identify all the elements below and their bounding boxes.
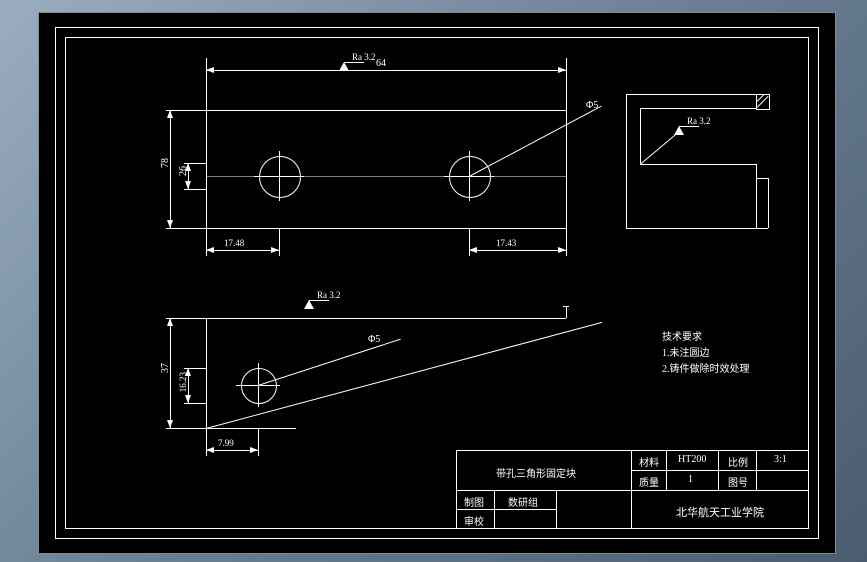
hole-right (449, 156, 491, 198)
surface-side-tri (674, 126, 684, 135)
tech-req-title: 技术要求 (662, 328, 702, 343)
surface-top-tri (339, 62, 349, 71)
fv-top (206, 318, 566, 319)
dim1743-ar (558, 247, 566, 253)
dim1748-ar (271, 247, 279, 253)
sv-left (626, 94, 627, 228)
sv-tab-r (768, 178, 769, 228)
dim37-ad (167, 420, 173, 428)
dim1623-ext-b (184, 403, 206, 404)
surface-mid-bar (309, 300, 329, 301)
dia-top-label: Φ5 (586, 100, 598, 111)
dim78-text: 78 (160, 158, 171, 168)
surface-top-bar (344, 62, 364, 63)
title-block: 带孔三角形固定块 制图 数研组 审校 材料 HT200 比例 3:1 质量 1 … (456, 450, 808, 528)
sheet-label: 图号 (728, 474, 748, 489)
sv-tab-b (756, 228, 768, 229)
dia-leader-top (469, 106, 602, 177)
top-view-top (206, 110, 566, 111)
drawn-by: 数研组 (508, 494, 538, 509)
drawn-label: 制图 (464, 494, 484, 509)
surface-mid-text: Ra 3.2 (317, 290, 341, 300)
dim1623-text: 16.23 (178, 372, 188, 392)
surface-mid-tri (304, 300, 314, 309)
tech-req-2: 2.铸件做除时效处理 (662, 360, 750, 375)
dim37-line (170, 318, 171, 428)
sv-bottom (626, 228, 756, 229)
dim37-ext-b (166, 428, 206, 429)
top-view-centerline (206, 176, 566, 177)
drawing-frame: Φ5 64 Ra 3.2 78 26 17.48 (65, 37, 809, 529)
dim37-text: 37 (160, 363, 171, 373)
fv-bottom (206, 428, 296, 429)
dim1623-ad (185, 395, 191, 403)
sv-top-inner (640, 108, 756, 109)
dim1743-al (469, 247, 477, 253)
dim799-ar (250, 447, 258, 453)
check-label: 审校 (464, 513, 484, 528)
dim64-ext-r (566, 58, 567, 110)
material: HT200 (678, 454, 706, 465)
dim1743-line (469, 250, 566, 251)
dim1743-text: 17.43 (496, 238, 516, 248)
top-view-right (566, 110, 567, 228)
sv-inner-left (640, 108, 641, 164)
dim37-au (167, 318, 173, 326)
dim78-ext-b (166, 228, 206, 229)
fv-right-stub (566, 306, 567, 318)
weight: 1 (688, 474, 693, 485)
top-view-bottom (206, 228, 566, 229)
dim78-ad (167, 220, 173, 228)
fv-right-cap (563, 306, 569, 307)
dim1748-line (206, 250, 279, 251)
dim64-line (206, 70, 566, 71)
dim26-ad (185, 181, 191, 189)
cad-viewport: Φ5 64 Ra 3.2 78 26 17.48 (38, 12, 836, 554)
fv-left (206, 318, 207, 428)
sv-hatch-box (756, 94, 770, 110)
dim64-ext-l (206, 58, 207, 110)
sv-right (756, 164, 757, 228)
dim26-text: 26 (178, 166, 189, 176)
surface-side-bar (679, 126, 699, 127)
part-name: 带孔三角形固定块 (496, 465, 576, 480)
institution: 北华航天工业学院 (676, 504, 764, 520)
material-label: 材料 (639, 454, 659, 469)
dim78-au (167, 110, 173, 118)
dim64-al (206, 67, 214, 73)
dim1748-ext-r (279, 228, 280, 256)
scale-label: 比例 (728, 454, 748, 469)
sv-surf-leader (640, 132, 679, 165)
tech-req-1: 1.未注圆边 (662, 344, 710, 359)
surface-side-text: Ra 3.2 (687, 116, 711, 126)
dim799-al (206, 447, 214, 453)
sv-mid-inner (640, 164, 756, 165)
dim1748-al (206, 247, 214, 253)
surface-top-text: Ra 3.2 (352, 52, 376, 62)
sv-top (626, 94, 756, 95)
dim799-ext-r (258, 428, 259, 456)
dim26-ext-b (184, 189, 206, 190)
scale: 3:1 (774, 454, 787, 465)
dia-leader-bot (258, 339, 401, 386)
hole-left (259, 156, 301, 198)
dim64-text: 64 (376, 58, 386, 69)
dia-bot-label: Φ5 (368, 334, 380, 345)
dim1743-ext-r (566, 228, 567, 256)
dim1748-text: 17.48 (224, 238, 244, 248)
fv-hole (241, 368, 277, 404)
top-view-left (206, 110, 207, 228)
weight-label: 质量 (639, 474, 659, 489)
dim78-line (170, 110, 171, 228)
dim799-text: 7.99 (218, 438, 234, 448)
sv-tab-t (756, 178, 768, 179)
dim64-ar (558, 67, 566, 73)
